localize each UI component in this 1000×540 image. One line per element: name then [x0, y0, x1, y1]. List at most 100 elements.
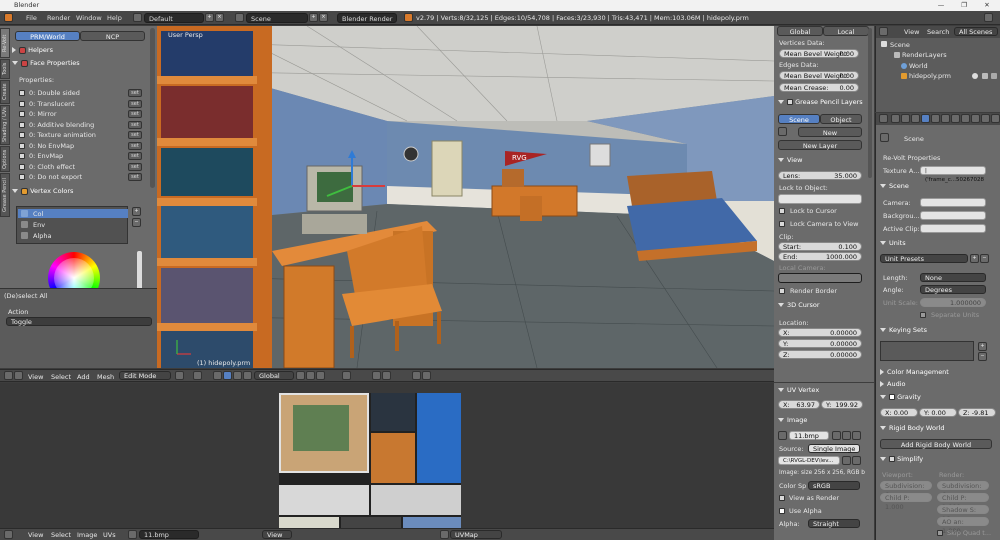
menu-window[interactable]: Window: [76, 14, 102, 22]
units-header[interactable]: Units: [880, 238, 1000, 249]
unit-scale-field[interactable]: 1.000000: [920, 298, 986, 307]
rigid-body-world-header[interactable]: Rigid Body World: [880, 423, 1000, 434]
angle-select[interactable]: Degrees: [920, 285, 986, 294]
length-select[interactable]: None: [920, 273, 986, 282]
action-select[interactable]: Toggle: [6, 317, 152, 326]
vtab-create[interactable]: Create: [0, 80, 10, 104]
unit-preset-remove-icon[interactable]: −: [980, 254, 989, 263]
uv-vertex-header[interactable]: UV Vertex: [778, 385, 874, 396]
lock-object-field[interactable]: [778, 194, 862, 204]
deselect-all-header[interactable]: (De)select All: [4, 292, 48, 300]
opengl-render-icon[interactable]: [422, 371, 431, 380]
translate-icon[interactable]: [223, 371, 232, 380]
gp-new-button[interactable]: New: [798, 127, 862, 137]
face-prop-check[interactable]: [19, 142, 25, 149]
rotate-icon[interactable]: [233, 371, 242, 380]
uv-editor-icon[interactable]: [4, 530, 13, 539]
keying-sets-header[interactable]: Keying Sets: [880, 325, 1000, 336]
clip-start-field[interactable]: Start: 0.100: [778, 242, 862, 251]
camera-field[interactable]: [920, 198, 986, 207]
view-header[interactable]: View: [778, 155, 874, 166]
texture-tab-icon[interactable]: [981, 114, 990, 123]
vtab-shading-uvs[interactable]: Shading / UVs: [0, 105, 10, 145]
face-prop-set-button[interactable]: set: [128, 120, 142, 129]
clip-end-field[interactable]: End: 1000.000: [778, 252, 862, 261]
layout-field[interactable]: Default: [144, 13, 204, 23]
gravity-header[interactable]: Gravity: [880, 392, 1000, 403]
local-camera-field[interactable]: [778, 273, 862, 283]
cursor-x-field[interactable]: X: 0.00000: [778, 328, 862, 337]
outliner-item-scene[interactable]: Scene: [890, 41, 910, 49]
material-tab-icon[interactable]: [971, 114, 980, 123]
source-select[interactable]: Single Image: [808, 444, 860, 453]
image-new-icon[interactable]: [842, 431, 851, 440]
uv-view-select[interactable]: View: [262, 530, 292, 539]
face-prop-check[interactable]: [19, 111, 25, 117]
helpers-header[interactable]: Helpers: [12, 45, 169, 56]
tab-global[interactable]: Global: [777, 26, 823, 36]
outliner-item-world[interactable]: World: [909, 62, 928, 70]
vc-add-icon[interactable]: +: [132, 207, 141, 216]
face-prop-set-button[interactable]: set: [128, 131, 142, 139]
scale-icon[interactable]: [243, 371, 252, 380]
selectable-icon[interactable]: [982, 73, 988, 79]
separate-units-check[interactable]: [920, 312, 926, 318]
menu-file[interactable]: File: [26, 14, 37, 22]
properties-editor-icon[interactable]: [879, 114, 888, 123]
keying-remove-icon[interactable]: −: [978, 352, 987, 361]
uv-menu-image[interactable]: Image: [77, 531, 97, 539]
render-layers-tab-icon[interactable]: [901, 114, 910, 123]
pivot-icon[interactable]: [193, 371, 202, 380]
scene-tab-icon[interactable]: [911, 114, 920, 123]
add-rigid-body-world-button[interactable]: Add Rigid Body World: [880, 439, 992, 449]
cursor-3d-header[interactable]: 3D Cursor: [778, 300, 874, 311]
mean-crease-field[interactable]: Mean Crease: 0.00: [779, 83, 859, 92]
manipulator-icon[interactable]: [213, 371, 222, 380]
face-prop-check[interactable]: [19, 100, 25, 107]
cursor-y-field[interactable]: Y: 0.00000: [778, 339, 862, 348]
outliner-view[interactable]: View: [904, 28, 919, 36]
simplify-header[interactable]: Simplify: [880, 454, 1000, 465]
minimize-icon[interactable]: —: [930, 0, 952, 11]
active-clip-field[interactable]: [920, 224, 986, 233]
n-panel-scrollbar[interactable]: [868, 28, 872, 178]
face-select-icon[interactable]: [316, 371, 325, 380]
gp-tab-object[interactable]: Object: [820, 114, 862, 124]
vc-item-col[interactable]: Col: [33, 210, 43, 218]
scene-field[interactable]: Scene: [246, 13, 308, 23]
image-fake-icon[interactable]: [832, 431, 841, 440]
vertex-color-list[interactable]: Col Env Alpha: [16, 206, 128, 244]
mode-select[interactable]: Edit Mode: [119, 371, 171, 380]
use-alpha-check[interactable]: [779, 508, 785, 514]
uv-image-editor[interactable]: [0, 383, 774, 528]
face-prop-set-button[interactable]: set: [128, 173, 142, 181]
render-engine-select[interactable]: Blender Render: [337, 13, 397, 23]
color-value-slider[interactable]: [137, 251, 142, 291]
view-as-render-check[interactable]: [779, 495, 785, 501]
gp-tab-scene[interactable]: Scene: [778, 114, 820, 124]
maximize-icon[interactable]: ❐: [953, 0, 975, 11]
cursor-z-field[interactable]: Z: 0.00000: [778, 350, 862, 359]
gravity-y-field[interactable]: Y: 0.00: [919, 408, 957, 417]
constraints-tab-icon[interactable]: [941, 114, 950, 123]
tab-local[interactable]: Local: [823, 26, 869, 36]
data-tab-icon[interactable]: [961, 114, 970, 123]
snap-icon[interactable]: [372, 371, 381, 380]
remove-scene-icon[interactable]: ×: [319, 13, 328, 22]
outliner-item-renderlayers[interactable]: RenderLayers: [902, 51, 947, 59]
outliner-item-hidepoly[interactable]: hidepoly.prm: [909, 72, 951, 80]
mbw-vertex-field[interactable]: Mean Bevel Weight: 0.00: [779, 49, 859, 58]
scene-icon[interactable]: [235, 13, 244, 22]
image-field[interactable]: 11.bmp: [789, 431, 829, 440]
uvmap-select[interactable]: UVMap: [450, 530, 502, 539]
menu-toggle-icon[interactable]: [14, 371, 23, 380]
tool-shelf-scrollbar[interactable]: [150, 28, 155, 188]
image-path-field[interactable]: C:\RVGL-DEV\lev...: [778, 456, 840, 465]
skip-quad-check[interactable]: [937, 530, 943, 536]
face-prop-check[interactable]: [19, 163, 25, 170]
face-prop-check[interactable]: [19, 132, 25, 138]
menu-help[interactable]: Help: [107, 14, 122, 22]
texture-animation-field[interactable]: | ('frame_c...50267028: [920, 166, 986, 183]
color-management-header[interactable]: Color Management: [880, 367, 1000, 378]
child-viewport-field[interactable]: Child P: 1.000: [880, 493, 932, 511]
